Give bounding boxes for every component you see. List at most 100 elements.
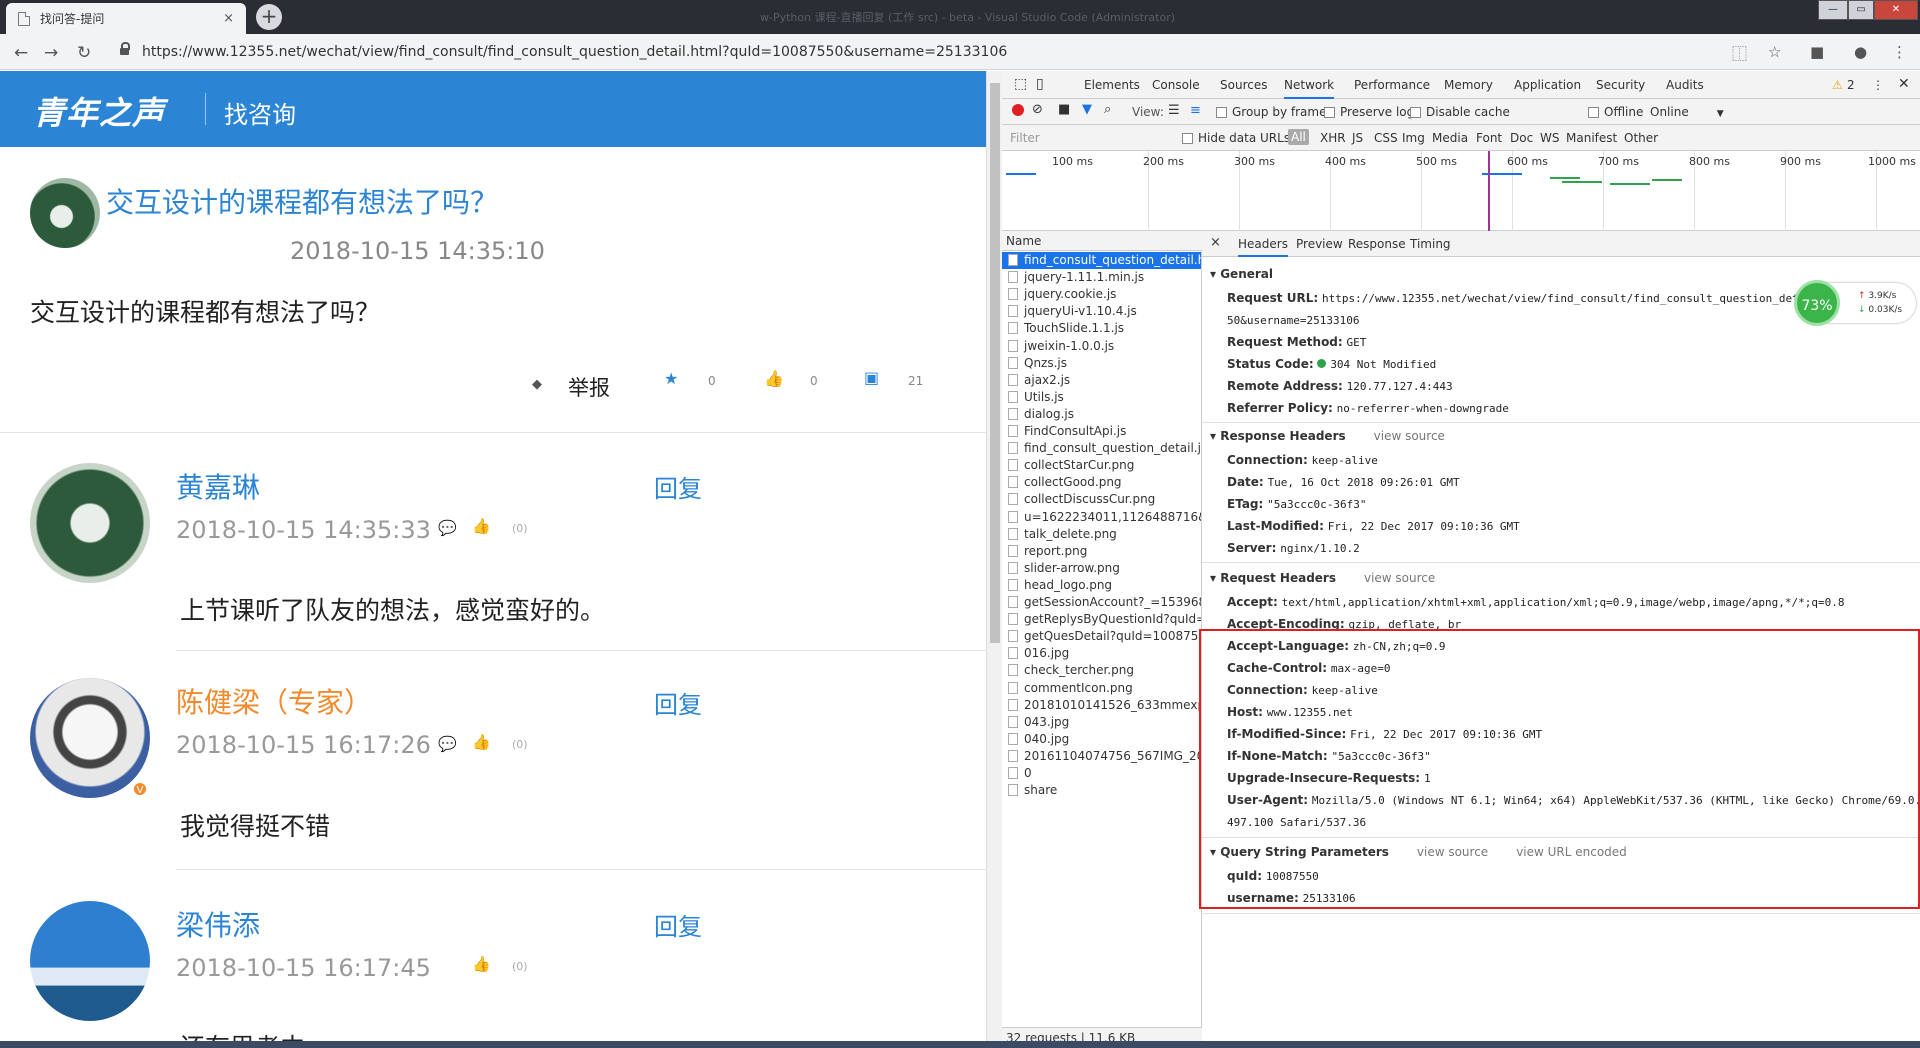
reply-like-icon[interactable]: 👍 <box>472 733 491 751</box>
tab-audits[interactable]: Audits <box>1666 78 1704 92</box>
reply-button[interactable]: 回复 <box>654 685 702 720</box>
close-window-button[interactable]: ✕ <box>1874 0 1918 20</box>
report-button[interactable]: 举报 <box>568 372 610 402</box>
filter-type-img[interactable]: Img <box>1402 131 1425 145</box>
tab-memory[interactable]: Memory <box>1444 78 1493 92</box>
minimize-button[interactable]: — <box>1818 0 1848 20</box>
camera-icon[interactable]: ■ <box>1058 102 1070 117</box>
filter-type-manifest[interactable]: Manifest <box>1566 131 1617 145</box>
reply-comment-icon[interactable]: 💬 <box>438 735 457 753</box>
tab-application[interactable]: Application <box>1514 78 1581 92</box>
filter-type-other[interactable]: Other <box>1624 131 1658 145</box>
tab-network[interactable]: Network <box>1284 78 1335 99</box>
search-icon[interactable]: ⌕ <box>1104 102 1111 117</box>
reply-author[interactable]: 黄嘉琳 <box>176 466 260 506</box>
devtools-close-icon[interactable]: ✕ <box>1898 76 1910 92</box>
tab-console[interactable]: Console <box>1152 78 1200 92</box>
reply-author[interactable]: 梁伟添 <box>176 904 260 944</box>
group-by-frame-checkbox[interactable]: Group by frame <box>1216 105 1326 119</box>
request-row[interactable]: head_logo.png <box>1002 577 1201 594</box>
collect-star-icon[interactable]: ★ <box>664 369 678 388</box>
request-row[interactable]: 016.jpg <box>1002 645 1201 662</box>
disable-cache-checkbox[interactable]: Disable cache <box>1410 105 1510 119</box>
clear-icon[interactable]: ⊘ <box>1032 102 1043 117</box>
request-row[interactable]: share <box>1002 782 1201 799</box>
request-row[interactable]: getReplysByQuestionId?quId=... <box>1002 611 1201 628</box>
request-row[interactable]: Qnzs.js <box>1002 355 1201 372</box>
warning-count[interactable]: 2 <box>1847 78 1855 92</box>
reply-avatar[interactable] <box>30 901 150 1021</box>
reply-avatar[interactable] <box>30 678 150 798</box>
bookmark-star-icon[interactable]: ☆ <box>1768 43 1781 61</box>
menu-icon[interactable]: ⋮ <box>1892 43 1907 61</box>
question-avatar[interactable] <box>30 178 100 248</box>
filter-type-css[interactable]: CSS <box>1374 131 1398 145</box>
tab-security[interactable]: Security <box>1596 78 1645 92</box>
request-row[interactable]: ajax2.js <box>1002 372 1201 389</box>
detail-close-icon[interactable]: × <box>1210 235 1221 250</box>
request-row[interactable]: getSessionAccount?_=153968... <box>1002 594 1201 611</box>
tab-sources[interactable]: Sources <box>1220 78 1267 92</box>
request-row[interactable]: FindConsultApi.js <box>1002 423 1201 440</box>
view-source-link[interactable]: view source <box>1364 571 1435 585</box>
translate-icon[interactable]: ⿰ <box>1732 43 1747 64</box>
request-row[interactable]: check_tercher.png <box>1002 662 1201 679</box>
report-icon[interactable]: ◆ <box>532 377 542 392</box>
request-row[interactable]: jquery.cookie.js <box>1002 286 1201 303</box>
scrollbar-thumb[interactable] <box>990 83 1000 643</box>
reply-button[interactable]: 回复 <box>654 469 702 504</box>
throttling-select[interactable]: Online ▼ <box>1650 105 1724 119</box>
reply-button[interactable]: 回复 <box>654 907 702 942</box>
tab-performance[interactable]: Performance <box>1354 78 1430 92</box>
tab-headers[interactable]: Headers <box>1238 237 1288 257</box>
filter-type-doc[interactable]: Doc <box>1510 131 1533 145</box>
request-row[interactable]: 20181010141526_633mmexpo... <box>1002 697 1201 714</box>
request-row[interactable]: report.png <box>1002 543 1201 560</box>
request-row[interactable]: slider-arrow.png <box>1002 560 1201 577</box>
extension-icon[interactable]: ■ <box>1810 43 1824 61</box>
request-row[interactable]: dialog.js <box>1002 406 1201 423</box>
tab-timing[interactable]: Timing <box>1410 237 1451 251</box>
forward-icon[interactable]: → <box>44 43 58 63</box>
filter-type-media[interactable]: Media <box>1432 131 1468 145</box>
request-row[interactable]: talk_delete.png <box>1002 526 1201 543</box>
filter-input[interactable]: Filter <box>1010 131 1040 145</box>
name-column-header[interactable]: Name <box>1002 231 1202 251</box>
tab-preview[interactable]: Preview <box>1296 237 1343 251</box>
request-row[interactable]: 040.jpg <box>1002 731 1201 748</box>
tab-elements[interactable]: Elements <box>1084 78 1140 92</box>
reply-comment-icon[interactable]: 💬 <box>438 519 457 537</box>
request-row[interactable]: Utils.js <box>1002 389 1201 406</box>
request-row[interactable]: find_consult_question_detail.ht... <box>1002 252 1201 269</box>
request-row[interactable]: u=1622234011,1126488716&f... <box>1002 509 1201 526</box>
reply-avatar[interactable] <box>30 463 150 583</box>
request-row[interactable]: 0 <box>1002 765 1201 782</box>
large-rows-icon[interactable]: ☰ <box>1168 103 1180 118</box>
memory-gauge[interactable]: 73% <box>1794 280 1840 326</box>
hide-data-urls-checkbox[interactable]: Hide data URLs <box>1182 131 1290 145</box>
request-row[interactable]: 20161104074756_567IMG_201... <box>1002 748 1201 765</box>
request-row[interactable]: getQuesDetail?quId=1008755... <box>1002 628 1201 645</box>
filter-type-xhr[interactable]: XHR <box>1320 131 1346 145</box>
preserve-log-checkbox[interactable]: Preserve log <box>1324 105 1414 119</box>
overview-icon[interactable]: ≡ <box>1190 103 1201 118</box>
request-row[interactable]: commentIcon.png <box>1002 680 1201 697</box>
url-input[interactable]: https://www.12355.net/wechat/view/find_c… <box>110 39 1760 65</box>
request-row[interactable]: jquery-1.11.1.min.js <box>1002 269 1201 286</box>
reload-icon[interactable]: ↻ <box>77 43 91 63</box>
reply-like-icon[interactable]: 👍 <box>472 955 491 973</box>
filter-type-all[interactable]: All <box>1288 129 1309 145</box>
page-scrollbar[interactable] <box>986 71 1002 1048</box>
request-row[interactable]: jqueryUi-v1.10.4.js <box>1002 303 1201 320</box>
network-overview[interactable]: 100 ms 200 ms 300 ms 400 ms 500 ms 600 m… <box>1002 151 1920 231</box>
request-row[interactable]: TouchSlide.1.1.js <box>1002 320 1201 337</box>
request-headers-toggle[interactable]: ▾ Request Headers view source <box>1210 571 1435 585</box>
tab-response[interactable]: Response <box>1348 237 1406 251</box>
thumbs-up-icon[interactable]: 👍 <box>764 369 784 388</box>
filter-type-js[interactable]: JS <box>1352 131 1363 145</box>
request-row[interactable]: 043.jpg <box>1002 714 1201 731</box>
request-row[interactable]: collectStarCur.png <box>1002 457 1201 474</box>
device-toolbar-icon[interactable]: ▯ <box>1036 76 1044 92</box>
profile-icon[interactable]: ● <box>1854 43 1867 61</box>
warning-icon[interactable]: ⚠ <box>1832 78 1843 92</box>
